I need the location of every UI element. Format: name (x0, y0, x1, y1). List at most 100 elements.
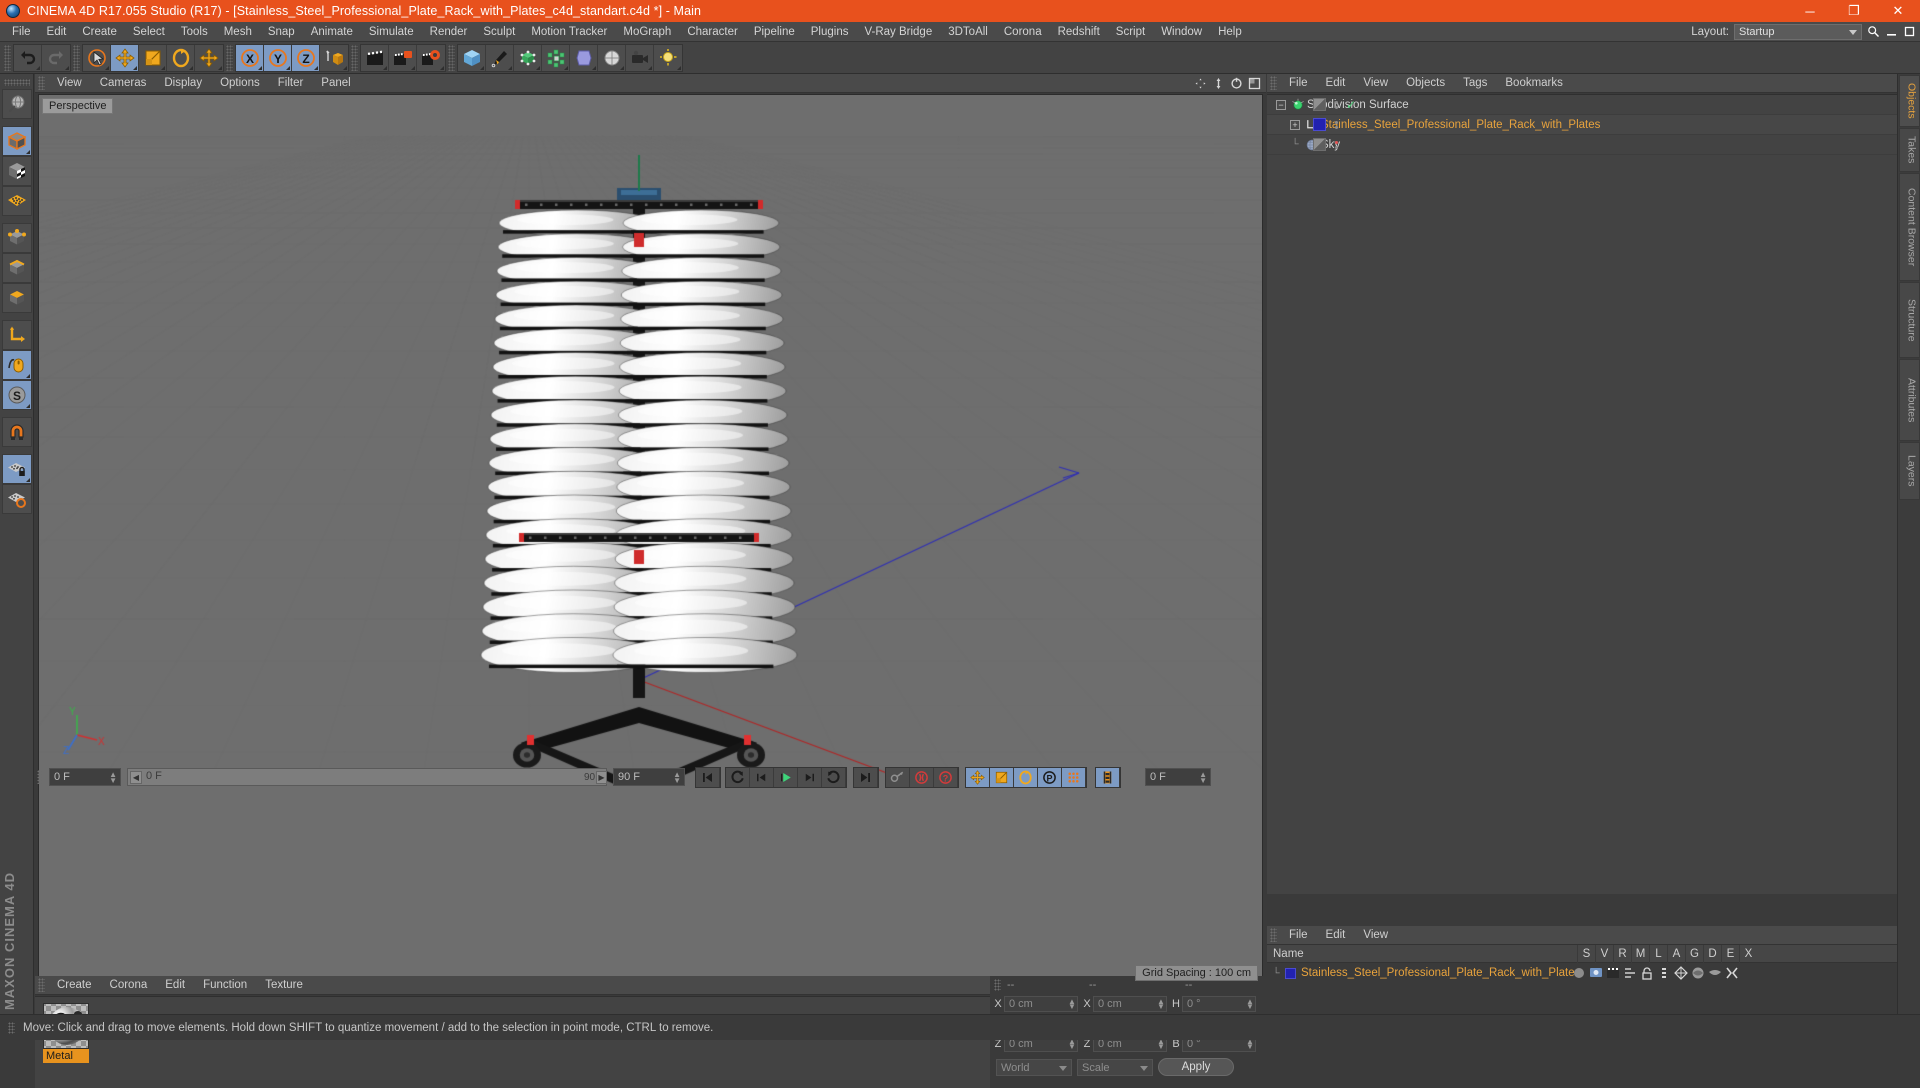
maximize-button[interactable]: ❐ (1832, 0, 1876, 22)
coordinate-mode-dropdown[interactable]: Scale (1077, 1058, 1153, 1076)
scale-key-button[interactable] (990, 768, 1014, 787)
structure-menu-edit[interactable]: Edit (1317, 926, 1355, 945)
x-axis-lock-button[interactable]: X (236, 44, 264, 71)
spinner-icon[interactable]: ▲▼ (1157, 998, 1165, 1011)
spinner-icon[interactable]: ▲▼ (673, 771, 681, 785)
menu-plugins[interactable]: Plugins (803, 22, 857, 42)
expression-tag-icon[interactable] (1708, 966, 1722, 980)
structure-column-l[interactable]: L (1649, 945, 1667, 963)
palette-grip[interactable] (3, 79, 30, 86)
y-axis-lock-button[interactable]: Y (264, 44, 292, 71)
structure-menu-file[interactable]: File (1280, 926, 1317, 945)
z-axis-lock-button[interactable]: Z (292, 44, 320, 71)
menu-character[interactable]: Character (679, 22, 746, 42)
go-to-end-button[interactable] (854, 768, 878, 787)
menu-snap[interactable]: Snap (260, 22, 303, 42)
parameter-key-button[interactable]: P (1038, 768, 1062, 787)
add-deformer-button[interactable] (570, 44, 598, 71)
display-tag-icon[interactable] (1589, 966, 1603, 980)
object-menu-edit[interactable]: Edit (1317, 74, 1355, 93)
visibility-dots[interactable] (1332, 140, 1340, 149)
menu-edit[interactable]: Edit (39, 22, 75, 42)
visibility-dots[interactable] (1332, 120, 1340, 129)
next-keyframe-button[interactable] (822, 768, 846, 787)
menu-animate[interactable]: Animate (303, 22, 361, 42)
search-icon[interactable] (1867, 25, 1880, 38)
expand-toggle[interactable]: − (1273, 99, 1289, 110)
structure-menu-grip[interactable] (1270, 928, 1277, 942)
undo-button[interactable] (14, 44, 42, 71)
rotate-view-icon[interactable] (1230, 77, 1243, 90)
menu-v-ray-bridge[interactable]: V-Ray Bridge (856, 22, 940, 42)
menu-corona[interactable]: Corona (996, 22, 1050, 42)
structure-menu-view[interactable]: View (1354, 926, 1397, 945)
tag-cell[interactable] (1306, 98, 1332, 111)
menu-pipeline[interactable]: Pipeline (746, 22, 803, 42)
object-tree[interactable]: −Subdivision Surface✓+0Stainless_Steel_P… (1267, 94, 1897, 894)
frame-scrub-bar[interactable]: ◀ 0 F 90 F ▶ (127, 768, 607, 786)
object-menu-grip[interactable] (1270, 76, 1277, 90)
toolbar-grip[interactable] (226, 44, 233, 71)
previous-keyframe-button[interactable] (726, 768, 750, 787)
structure-column-r[interactable]: R (1613, 945, 1631, 963)
point-level-animation-button[interactable] (1062, 768, 1086, 787)
structure-column-v[interactable]: V (1595, 945, 1613, 963)
minimize-panel-icon[interactable] (1885, 25, 1898, 38)
maximize-viewport-icon[interactable] (1248, 77, 1261, 90)
record-active-objects-button[interactable] (910, 768, 934, 787)
geometry-tag-icon[interactable] (1674, 966, 1688, 980)
viewport-menu-display[interactable]: Display (155, 74, 211, 93)
menu-redshift[interactable]: Redshift (1050, 22, 1108, 42)
rotation-h-field[interactable]: 0 ° ▲ ▼ (1182, 996, 1256, 1012)
spinner-icon[interactable]: ▲▼ (109, 771, 117, 785)
add-spline-button[interactable] (486, 44, 514, 71)
structure-column-x[interactable]: X (1739, 945, 1757, 963)
spinner-icon[interactable]: ▲▼ (1246, 1038, 1254, 1051)
annotation-tag-icon[interactable] (1657, 966, 1671, 980)
vertical-tab-takes[interactable]: Takes (1898, 128, 1920, 172)
object-axis-button[interactable] (1, 320, 32, 350)
close-button[interactable]: ✕ (1876, 0, 1920, 22)
rotation-key-button[interactable] (1014, 768, 1038, 787)
size-x-field[interactable]: 0 cm ▲ ▼ (1093, 996, 1167, 1012)
tag-swatch[interactable] (1312, 98, 1326, 111)
material-menu-function[interactable]: Function (194, 976, 256, 995)
visibility-dots[interactable] (1332, 100, 1340, 109)
menu-sculpt[interactable]: Sculpt (475, 22, 523, 42)
menu-file[interactable]: File (4, 22, 39, 42)
perspective-viewport[interactable]: Perspective Grid Spacing : 100 cm (38, 94, 1263, 986)
menu-motion-tracker[interactable]: Motion Tracker (523, 22, 615, 42)
step-forward-button[interactable] (798, 768, 822, 787)
spinner-icon[interactable]: ▲▼ (1157, 1038, 1165, 1051)
object-color-swatch[interactable] (1285, 967, 1296, 979)
viewport-menu-grip[interactable] (38, 76, 45, 90)
3d-scene-render[interactable] (39, 95, 1262, 785)
toolbar-grip[interactable] (448, 44, 455, 71)
structure-row[interactable]: └ Stainless_Steel_Professional_Plate_Rack… (1267, 963, 1897, 983)
autokeying-button[interactable] (886, 768, 910, 787)
xpresso-tag-icon[interactable] (1725, 966, 1739, 980)
material-list[interactable]: Metal (35, 996, 990, 1088)
position-x-field[interactable]: 0 cm ▲ ▼ (1004, 996, 1078, 1012)
material-menu-corona[interactable]: Corona (101, 976, 157, 995)
spinner-icon[interactable]: ▲▼ (1068, 1038, 1076, 1051)
structure-column-s[interactable]: S (1577, 945, 1595, 963)
vertical-tab-attributes[interactable]: Attributes (1898, 359, 1920, 441)
add-camera-button[interactable] (626, 44, 654, 71)
toolbar-grip[interactable] (351, 44, 358, 71)
make-editable-button[interactable] (1, 126, 32, 156)
scrub-handle[interactable]: ◀ (130, 771, 142, 784)
snapping-button[interactable]: S (1, 380, 32, 410)
coordinate-system-dropdown[interactable]: World (996, 1058, 1072, 1076)
render-view-button[interactable] (361, 44, 389, 71)
structure-column-d[interactable]: D (1703, 945, 1721, 963)
restore-panel-icon[interactable] (1903, 25, 1916, 38)
workplane-lock-button[interactable] (1, 454, 32, 484)
menu-tools[interactable]: Tools (173, 22, 216, 42)
menu-simulate[interactable]: Simulate (361, 22, 422, 42)
edge-mode-button[interactable] (1, 253, 32, 283)
render-tag-icon[interactable] (1606, 966, 1620, 980)
undo-view-button[interactable] (1, 89, 32, 119)
add-generator-button[interactable] (514, 44, 542, 71)
structure-column-e[interactable]: E (1721, 945, 1739, 963)
